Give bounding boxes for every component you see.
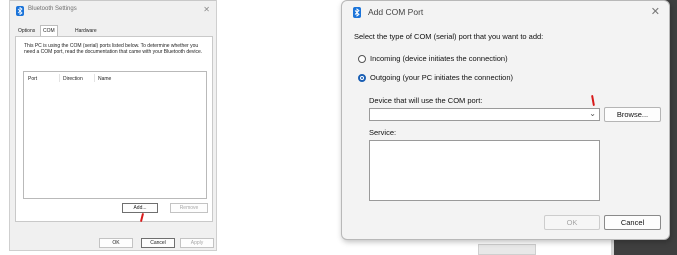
bluetooth-icon (353, 7, 361, 18)
column-header-name[interactable]: Name (98, 76, 111, 82)
add-com-port-dialog: Add COM Port ✕ Select the type of COM (s… (341, 0, 670, 240)
device-dropdown[interactable]: ⌄ (369, 108, 600, 121)
column-header-port[interactable]: Port (28, 76, 37, 82)
tab-hardware[interactable]: Hardware (73, 26, 99, 36)
cancel-button[interactable]: Cancel (604, 215, 661, 230)
close-icon[interactable]: ✕ (203, 5, 210, 14)
annotation-mark (139, 212, 145, 223)
service-field[interactable] (369, 140, 600, 201)
background-button (478, 244, 536, 255)
column-header-direction[interactable]: Direction (63, 76, 83, 82)
com-ports-panel: This PC is using the COM (serial) ports … (15, 36, 213, 223)
cancel-button[interactable]: Cancel (141, 238, 175, 248)
ok-button[interactable]: OK (99, 238, 133, 248)
remove-button[interactable]: Remove (170, 203, 208, 213)
com-ports-description: This PC is using the COM (serial) ports … (24, 43, 203, 55)
annotation-mark (591, 94, 595, 107)
column-divider (59, 74, 60, 82)
device-label: Device that will use the COM port: (369, 96, 483, 105)
outgoing-radio-label[interactable]: Outgoing (your PC initiates the connecti… (370, 73, 513, 82)
service-label: Service: (369, 128, 397, 137)
bluetooth-settings-titlebar: Bluetooth Settings ✕ (10, 5, 216, 19)
window-title: Add COM Port (368, 7, 424, 17)
outgoing-radio[interactable] (358, 74, 366, 82)
apply-button[interactable]: Apply (180, 238, 214, 248)
window-top-border (10, 0, 216, 1)
incoming-radio[interactable] (358, 55, 366, 63)
column-divider (94, 74, 95, 82)
chevron-down-icon[interactable]: ⌄ (589, 109, 596, 118)
bluetooth-icon (16, 6, 24, 16)
ok-button[interactable]: OK (544, 215, 600, 230)
port-type-prompt: Select the type of COM (serial) port tha… (354, 32, 544, 41)
incoming-radio-label[interactable]: Incoming (device initiates the connectio… (370, 54, 508, 63)
tab-com-ports[interactable]: COM Ports (40, 25, 58, 44)
browse-button[interactable]: Browse... (604, 107, 661, 122)
close-icon[interactable]: ✕ (651, 5, 660, 18)
screenshot-canvas: Bluetooth Settings ✕ Options COM Ports H… (0, 0, 677, 255)
add-com-port-titlebar: Add COM Port ✕ (342, 1, 669, 23)
bluetooth-settings-dialog: Bluetooth Settings ✕ Options COM Ports H… (9, 0, 217, 251)
tab-options[interactable]: Options (16, 26, 37, 36)
com-ports-list[interactable]: Port Direction Name (23, 71, 207, 199)
add-button[interactable]: Add... (122, 203, 158, 213)
window-title: Bluetooth Settings (28, 6, 77, 12)
